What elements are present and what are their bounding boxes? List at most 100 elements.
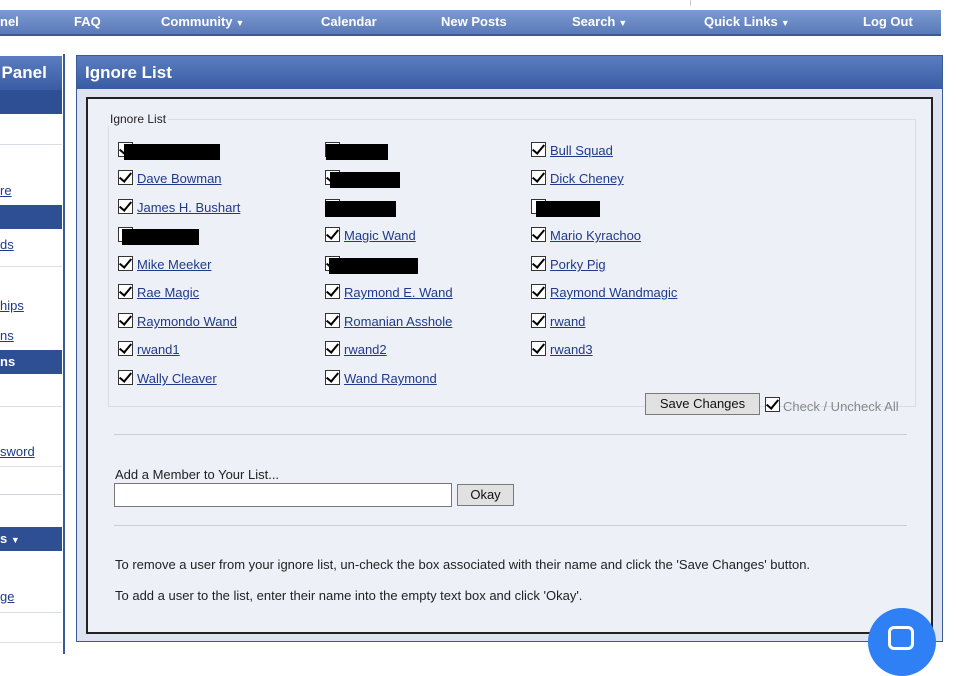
nav-label: Search: [572, 14, 616, 29]
sidebar-divider: [0, 144, 62, 145]
ignore-list-block: Ignore List Ignore List Dave Bowman James…: [76, 55, 943, 642]
redaction-block: [325, 201, 396, 217]
redaction-block: [329, 258, 418, 274]
ignore-checkbox[interactable]: [118, 341, 133, 356]
nav-new-posts[interactable]: New Posts: [441, 10, 507, 34]
sidebar-dropdown-label: s: [0, 531, 8, 546]
save-changes-button[interactable]: Save Changes: [645, 393, 760, 415]
ignore-checkbox[interactable]: [118, 256, 133, 271]
ignore-checkbox[interactable]: [118, 284, 133, 299]
divider: [114, 434, 907, 435]
ignored-user-link[interactable]: Bull Squad: [550, 143, 613, 158]
ignored-user-link[interactable]: rwand: [550, 314, 585, 329]
redaction-block: [124, 144, 220, 160]
nav-calendar[interactable]: Calendar: [321, 10, 377, 34]
ignored-user-link[interactable]: rwand1: [137, 342, 180, 357]
nav-label: Community: [161, 14, 233, 29]
sidebar-link[interactable]: re: [0, 183, 62, 198]
ignored-user-link[interactable]: Rae Magic: [137, 285, 199, 300]
ignore-checkbox[interactable]: [531, 313, 546, 328]
navbar: nel FAQ Community ▼ Calendar New Posts Se…: [0, 10, 941, 36]
sidebar-section-band: [0, 205, 62, 229]
sidebar-link[interactable]: hips: [0, 298, 62, 313]
ignore-checkbox[interactable]: [531, 284, 546, 299]
ignored-user-link[interactable]: Wand Raymond: [344, 371, 437, 386]
nav-log-out[interactable]: Log Out: [863, 10, 913, 34]
ignored-user-link[interactable]: Dick Cheney: [550, 171, 624, 186]
ignore-checkbox[interactable]: [325, 227, 340, 242]
ignored-user-link[interactable]: Wally Cleaver: [137, 371, 217, 386]
top-strip-box: [690, 0, 801, 6]
ignored-user-link[interactable]: James H. Bushart: [137, 200, 240, 215]
ignore-checkbox[interactable]: [118, 170, 133, 185]
divider: [114, 525, 907, 526]
nav-control-panel[interactable]: nel: [0, 10, 19, 34]
sidebar-title: l Panel: [0, 56, 62, 90]
ignored-user-link[interactable]: Porky Pig: [550, 257, 606, 272]
ignored-user-link[interactable]: Raymond E. Wand: [344, 285, 453, 300]
sidebar-dropdown[interactable]: s ▼: [0, 527, 62, 551]
ignore-checkbox[interactable]: [325, 370, 340, 385]
ignore-list-panel: Ignore List Dave Bowman James H. Bushart M…: [86, 97, 933, 634]
ignore-checkbox[interactable]: [531, 341, 546, 356]
chat-launcher-icon: [888, 626, 914, 650]
help-text-remove: To remove a user from your ignore list, …: [115, 557, 811, 572]
ignore-checkbox[interactable]: [118, 313, 133, 328]
caret-down-icon: ▼: [618, 18, 628, 28]
ignore-list-fieldset: [108, 119, 916, 407]
nav-label: New Posts: [441, 14, 507, 29]
redaction-block: [536, 201, 600, 217]
okay-button[interactable]: Okay: [457, 484, 514, 506]
nav-search[interactable]: Search ▼: [572, 10, 627, 34]
ignore-checkbox[interactable]: [531, 170, 546, 185]
ignored-user-link[interactable]: Romanian Asshole: [344, 314, 452, 329]
sidebar-link[interactable]: ns: [0, 328, 62, 343]
ignore-checkbox[interactable]: [325, 341, 340, 356]
ignore-checkbox[interactable]: [118, 199, 133, 214]
nav-quick-links[interactable]: Quick Links ▼: [704, 10, 790, 34]
sidebar-link-active[interactable]: ns: [0, 350, 62, 374]
ignored-user-link[interactable]: Raymondo Wand: [137, 314, 237, 329]
ignore-checkbox[interactable]: [531, 227, 546, 242]
nav-faq[interactable]: FAQ: [74, 10, 101, 34]
ignored-user-link[interactable]: Mike Meeker: [137, 257, 211, 272]
redaction-block: [122, 229, 199, 245]
ignore-checkbox[interactable]: [325, 313, 340, 328]
sidebar-link[interactable]: sword: [0, 444, 62, 459]
sidebar-divider: [0, 266, 62, 267]
caret-down-icon: ▼: [10, 535, 20, 545]
check-all-label: Check / Uncheck All: [783, 399, 899, 414]
add-member-label: Add a Member to Your List...: [115, 467, 280, 482]
ignore-checkbox[interactable]: [531, 256, 546, 271]
ignored-user-link[interactable]: Dave Bowman: [137, 171, 222, 186]
help-text-add: To add a user to the list, enter their n…: [115, 588, 583, 603]
nav-community[interactable]: Community ▼: [161, 10, 244, 34]
ignored-user-link[interactable]: rwand3: [550, 342, 593, 357]
ignored-user-link[interactable]: Raymond Wandmagic: [550, 285, 677, 300]
chat-launcher-button[interactable]: [868, 608, 936, 676]
redaction-block: [326, 144, 388, 160]
ignore-checkbox[interactable]: [531, 142, 546, 157]
nav-label: nel: [0, 14, 19, 29]
sidebar-link[interactable]: ge: [0, 589, 62, 604]
sidebar-section-band: [0, 90, 62, 114]
sidebar-link[interactable]: ds: [0, 237, 62, 252]
ignored-user-link[interactable]: rwand2: [344, 342, 387, 357]
nav-label: Log Out: [863, 14, 913, 29]
ignore-list-legend: Ignore List: [108, 112, 169, 126]
sidebar: l Panel re ds hips ns ns sword s ▼ ge: [0, 54, 65, 654]
add-member-input[interactable]: [114, 483, 452, 507]
caret-down-icon: ▼: [780, 18, 790, 28]
nav-label: Calendar: [321, 14, 377, 29]
check-all-checkbox[interactable]: [765, 397, 780, 412]
ignored-user-link[interactable]: Magic Wand: [344, 228, 416, 243]
nav-label: FAQ: [74, 14, 101, 29]
sidebar-divider: [0, 642, 62, 643]
nav-label: Quick Links: [704, 14, 778, 29]
ignored-user-link[interactable]: Mario Kyrachoo: [550, 228, 641, 243]
ignore-checkbox[interactable]: [325, 284, 340, 299]
sidebar-divider: [0, 494, 62, 495]
redaction-block: [330, 172, 400, 188]
page-title: Ignore List: [77, 56, 942, 89]
ignore-checkbox[interactable]: [118, 370, 133, 385]
